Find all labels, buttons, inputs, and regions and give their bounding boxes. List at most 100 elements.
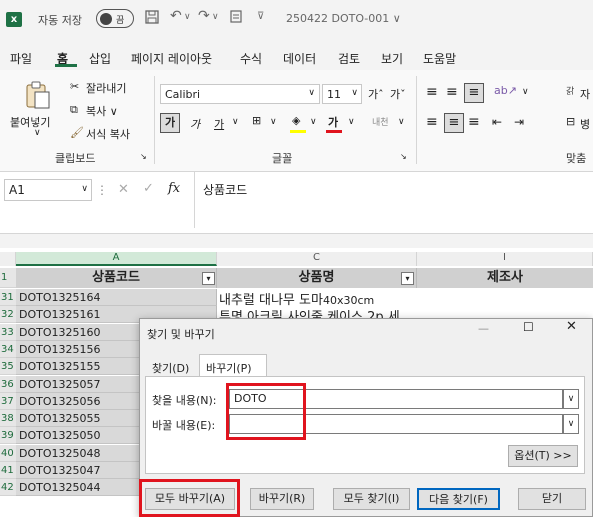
- maximize-icon[interactable]: ☐: [523, 320, 534, 334]
- tab-file[interactable]: 파일: [10, 50, 32, 67]
- cut-icon[interactable]: ✂: [70, 80, 79, 93]
- font-name-dropdown[interactable]: Calibri ∨: [160, 84, 320, 104]
- tab-find[interactable]: 찾기(D): [152, 360, 189, 376]
- tab-help[interactable]: 도움말: [423, 50, 456, 67]
- cancel-icon[interactable]: ✕: [118, 182, 129, 197]
- fill-color-icon[interactable]: ◈: [292, 114, 300, 127]
- row-header[interactable]: 32: [0, 306, 16, 323]
- align-right-icon[interactable]: ≡: [468, 114, 480, 130]
- align-center-button[interactable]: ≡: [444, 113, 464, 133]
- cell-c32[interactable]: 투명 아크릴 사인줄 케이스 2p 세: [219, 306, 419, 318]
- tab-review[interactable]: 검토: [338, 50, 360, 67]
- cut-label[interactable]: 잘라내기: [86, 80, 126, 96]
- copy-label[interactable]: 복사 ∨: [86, 103, 118, 119]
- wrap-text-icon[interactable]: 갉: [566, 84, 574, 97]
- column-header-i[interactable]: I: [417, 252, 593, 266]
- merge-center-label[interactable]: 병: [580, 116, 590, 132]
- more-options-icon[interactable]: ⋮: [96, 183, 108, 197]
- save-icon[interactable]: [144, 9, 160, 29]
- row-header[interactable]: 31: [0, 289, 16, 306]
- row-header[interactable]: 39: [0, 427, 16, 444]
- filter-dropdown-icon[interactable]: ▾: [202, 272, 215, 285]
- close-icon[interactable]: ✕: [566, 319, 577, 334]
- column-header-a[interactable]: A: [16, 252, 217, 266]
- font-size-dropdown[interactable]: 11 ∨: [322, 84, 362, 104]
- orientation-icon[interactable]: ab↗: [494, 84, 517, 97]
- formula-input[interactable]: 상품코드: [194, 172, 593, 228]
- orientation-dropdown-icon[interactable]: ∨: [522, 87, 529, 97]
- tab-view[interactable]: 보기: [381, 50, 403, 67]
- row-header[interactable]: 33: [0, 324, 16, 341]
- italic-button[interactable]: 가: [190, 116, 200, 132]
- align-top-icon[interactable]: ≡: [426, 84, 438, 100]
- tab-replace[interactable]: 바꾸기(P): [199, 354, 267, 376]
- tab-data[interactable]: 데이터: [283, 50, 316, 67]
- font-launcher-icon[interactable]: ↘: [400, 152, 407, 161]
- font-color-dropdown-icon[interactable]: ∨: [348, 117, 355, 127]
- minimize-icon[interactable]: —: [478, 322, 489, 335]
- header-cell-maker[interactable]: 제조사: [417, 268, 593, 288]
- options-button[interactable]: 옵션(T) >>: [508, 445, 578, 467]
- phonetic-icon[interactable]: 내천: [372, 115, 389, 128]
- find-next-button[interactable]: 다음 찾기(F): [417, 488, 500, 510]
- align-middle-icon[interactable]: ≡: [446, 84, 458, 100]
- row-header[interactable]: 42: [0, 479, 16, 496]
- tab-page-layout[interactable]: 페이지 레이아웃: [131, 50, 212, 67]
- close-button[interactable]: 닫기: [518, 488, 586, 510]
- insert-function-button[interactable]: fx: [168, 181, 180, 196]
- find-all-button[interactable]: 모두 찾기(I): [333, 488, 410, 510]
- phonetic-dropdown-icon[interactable]: ∨: [398, 117, 405, 127]
- decrease-indent-icon[interactable]: ⇤: [492, 115, 502, 129]
- autosave-toggle[interactable]: 끔: [96, 9, 134, 28]
- row-header[interactable]: 1: [0, 268, 16, 288]
- replace-button[interactable]: 바꾸기(R): [250, 488, 314, 510]
- tab-insert[interactable]: 삽입: [89, 50, 111, 67]
- align-bottom-button[interactable]: ≡: [464, 83, 484, 103]
- header-cell-code[interactable]: 상품코드: [16, 268, 217, 288]
- row-header[interactable]: 41: [0, 462, 16, 479]
- row-header[interactable]: 35: [0, 358, 16, 375]
- clipboard-launcher-icon[interactable]: ↘: [140, 152, 147, 161]
- find-dropdown-icon[interactable]: ∨: [563, 389, 579, 409]
- align-left-icon[interactable]: ≡: [426, 114, 438, 130]
- row-header[interactable]: 38: [0, 410, 16, 427]
- wrap-text-label[interactable]: 자: [580, 86, 590, 102]
- decrease-font-icon[interactable]: 가ˇ: [390, 86, 406, 102]
- borders-icon[interactable]: ⊞: [252, 114, 261, 127]
- tab-formulas[interactable]: 수식: [240, 50, 262, 67]
- select-all-corner[interactable]: [0, 252, 16, 266]
- increase-font-icon[interactable]: 가ˆ: [368, 86, 384, 102]
- row-header[interactable]: 34: [0, 341, 16, 358]
- column-header-c[interactable]: C: [217, 252, 417, 266]
- increase-indent-icon[interactable]: ⇥: [514, 115, 524, 129]
- paste-icon[interactable]: [24, 80, 52, 113]
- copy-icon[interactable]: ⧉: [70, 103, 78, 117]
- redo-icon[interactable]: ↷: [198, 8, 210, 24]
- fill-color-dropdown-icon[interactable]: ∨: [310, 117, 317, 127]
- redo-dropdown-icon[interactable]: ∨: [212, 12, 219, 22]
- paste-label[interactable]: 붙여넣기: [10, 114, 50, 130]
- format-painter-label[interactable]: 서식 복사: [86, 126, 130, 142]
- cell-product-code[interactable]: DOTO1325164: [16, 289, 217, 306]
- row-header[interactable]: 36: [0, 376, 16, 393]
- font-color-icon[interactable]: 가: [328, 114, 338, 130]
- filter-dropdown-icon[interactable]: ▾: [401, 272, 414, 285]
- row-header[interactable]: 37: [0, 393, 16, 410]
- undo-icon[interactable]: ↶: [170, 8, 182, 24]
- borders-dropdown-icon[interactable]: ∨: [270, 117, 277, 127]
- merge-center-icon[interactable]: ⊟: [566, 115, 575, 128]
- quick-print-icon[interactable]: [228, 9, 244, 29]
- file-name[interactable]: 250422 DOTO-001 ∨: [286, 12, 401, 25]
- row-header[interactable]: 40: [0, 445, 16, 462]
- format-painter-icon[interactable]: 🖌: [70, 126, 84, 139]
- customize-qat-icon[interactable]: ⊽: [257, 11, 264, 22]
- replace-dropdown-icon[interactable]: ∨: [563, 414, 579, 434]
- enter-icon[interactable]: ✓: [143, 181, 154, 196]
- underline-button[interactable]: 가: [214, 116, 224, 132]
- paste-dropdown-icon[interactable]: ∨: [34, 128, 41, 138]
- header-cell-name[interactable]: 상품명: [217, 268, 417, 288]
- underline-dropdown-icon[interactable]: ∨: [232, 117, 239, 127]
- undo-dropdown-icon[interactable]: ∨: [184, 12, 191, 22]
- name-box[interactable]: A1 ∨: [4, 179, 92, 201]
- bold-button[interactable]: 가: [160, 113, 180, 133]
